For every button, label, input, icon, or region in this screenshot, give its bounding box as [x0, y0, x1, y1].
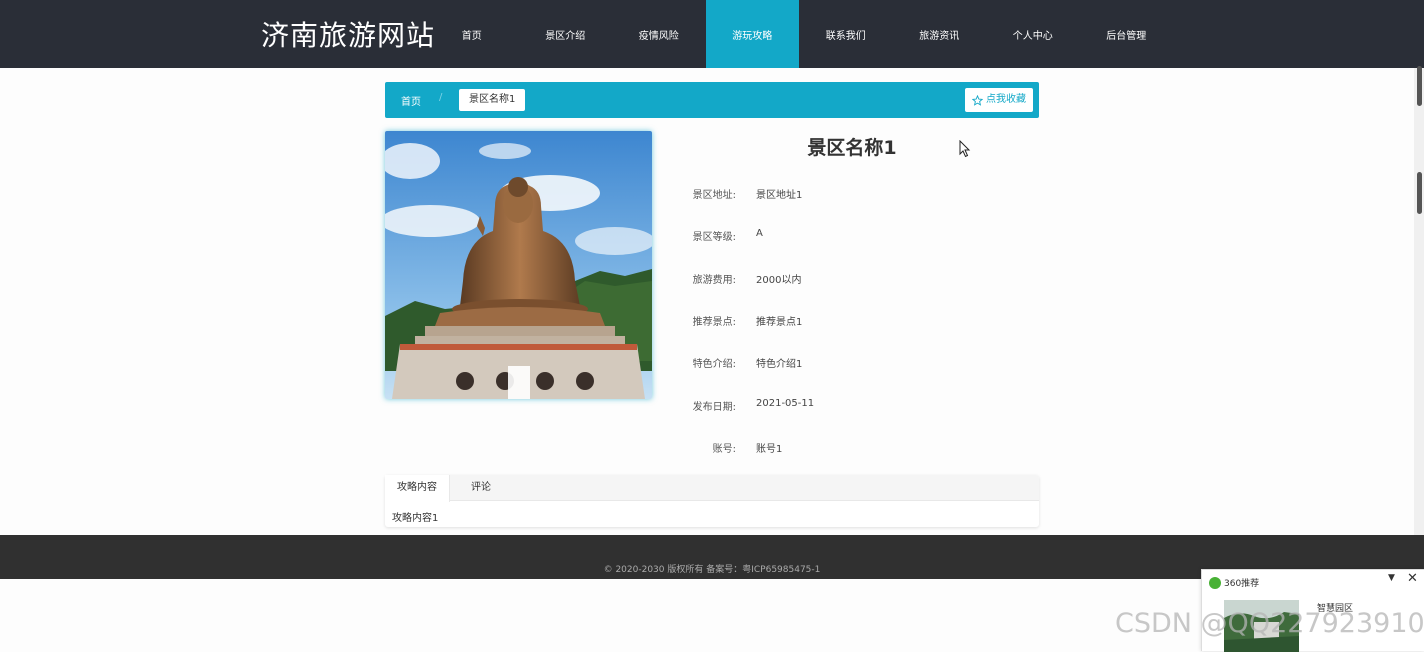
site-logo[interactable]: 济南旅游网站	[261, 14, 435, 54]
scrollbar-thumb-top[interactable]	[1417, 66, 1422, 106]
csdn-watermark: CSDN @QQ2279239102	[1115, 608, 1424, 639]
tab-comments[interactable]: 评论	[459, 475, 503, 501]
field-label: 推荐景点:	[692, 317, 736, 328]
field-value: 推荐景点1	[756, 317, 803, 328]
scenic-title: 景区名称1	[807, 137, 897, 159]
field-label: 发布日期:	[692, 402, 736, 413]
field-label: 账号:	[712, 444, 736, 455]
mouse-cursor-icon	[959, 140, 971, 158]
favorite-button[interactable]: 点我收藏	[965, 88, 1033, 112]
field-publish-date: 发布日期: 2021-05-11	[662, 398, 1042, 418]
field-value: 账号1	[756, 444, 783, 455]
nav-admin[interactable]: 后台管理	[1080, 0, 1174, 68]
field-address: 景区地址: 景区地址1	[662, 186, 1042, 206]
breadcrumb-current: 景区名称1	[459, 89, 526, 111]
nav-scenic-intro[interactable]: 景区介绍	[519, 0, 613, 68]
breadcrumb-home-link[interactable]: 首页	[401, 93, 421, 108]
field-label: 景区地址:	[692, 190, 736, 201]
nav-personal-center[interactable]: 个人中心	[986, 0, 1080, 68]
breadcrumb-separator: /	[439, 92, 443, 103]
field-value: 特色介绍1	[756, 359, 803, 370]
field-label: 特色介绍:	[692, 359, 736, 370]
field-recommended-spot: 推荐景点: 推荐景点1	[662, 313, 1042, 333]
chevron-down-icon[interactable]: ▼	[1388, 573, 1395, 583]
tab-guide-content[interactable]: 攻略内容	[385, 475, 450, 502]
field-account: 账号: 账号1	[662, 440, 1042, 460]
star-icon	[972, 94, 983, 106]
field-value: 2021-05-11	[756, 398, 815, 409]
breadcrumb: 首页 / 景区名称1 点我收藏	[385, 82, 1039, 118]
main-nav: 首页 景区介绍 疫情风险 游玩攻略 联系我们 旅游资讯 个人中心 后台管理	[425, 0, 1173, 68]
field-value: 2000以内	[756, 275, 802, 286]
tab-header: 攻略内容 评论	[385, 475, 1039, 502]
field-label: 景区等级:	[692, 232, 736, 243]
close-icon[interactable]: ✕	[1407, 571, 1418, 586]
nav-travel-guide[interactable]: 游玩攻略	[705, 0, 799, 68]
field-level: 景区等级: A	[662, 228, 1042, 248]
content-tabs: 攻略内容 评论 攻略内容1	[385, 475, 1039, 527]
field-feature-intro: 特色介绍: 特色介绍1	[662, 355, 1042, 375]
nav-epidemic-risk[interactable]: 疫情风险	[612, 0, 706, 68]
favorite-button-label: 点我收藏	[986, 94, 1026, 105]
field-cost: 旅游费用: 2000以内	[662, 271, 1042, 291]
field-value: 景区地址1	[756, 190, 803, 201]
nav-travel-news[interactable]: 旅游资讯	[893, 0, 987, 68]
field-value: A	[756, 228, 763, 239]
top-navbar: 济南旅游网站 首页 景区介绍 疫情风险 游玩攻略 联系我们 旅游资讯 个人中心 …	[0, 0, 1424, 68]
field-label: 旅游费用:	[692, 275, 736, 286]
nav-home[interactable]: 首页	[425, 0, 519, 68]
tab-panel-text: 攻略内容1	[392, 513, 439, 524]
scenic-photo	[385, 131, 652, 399]
360-logo-icon	[1209, 577, 1221, 589]
popup-title: 360推荐	[1224, 579, 1260, 589]
nav-contact[interactable]: 联系我们	[799, 0, 893, 68]
scrollbar-thumb[interactable]	[1417, 172, 1422, 214]
